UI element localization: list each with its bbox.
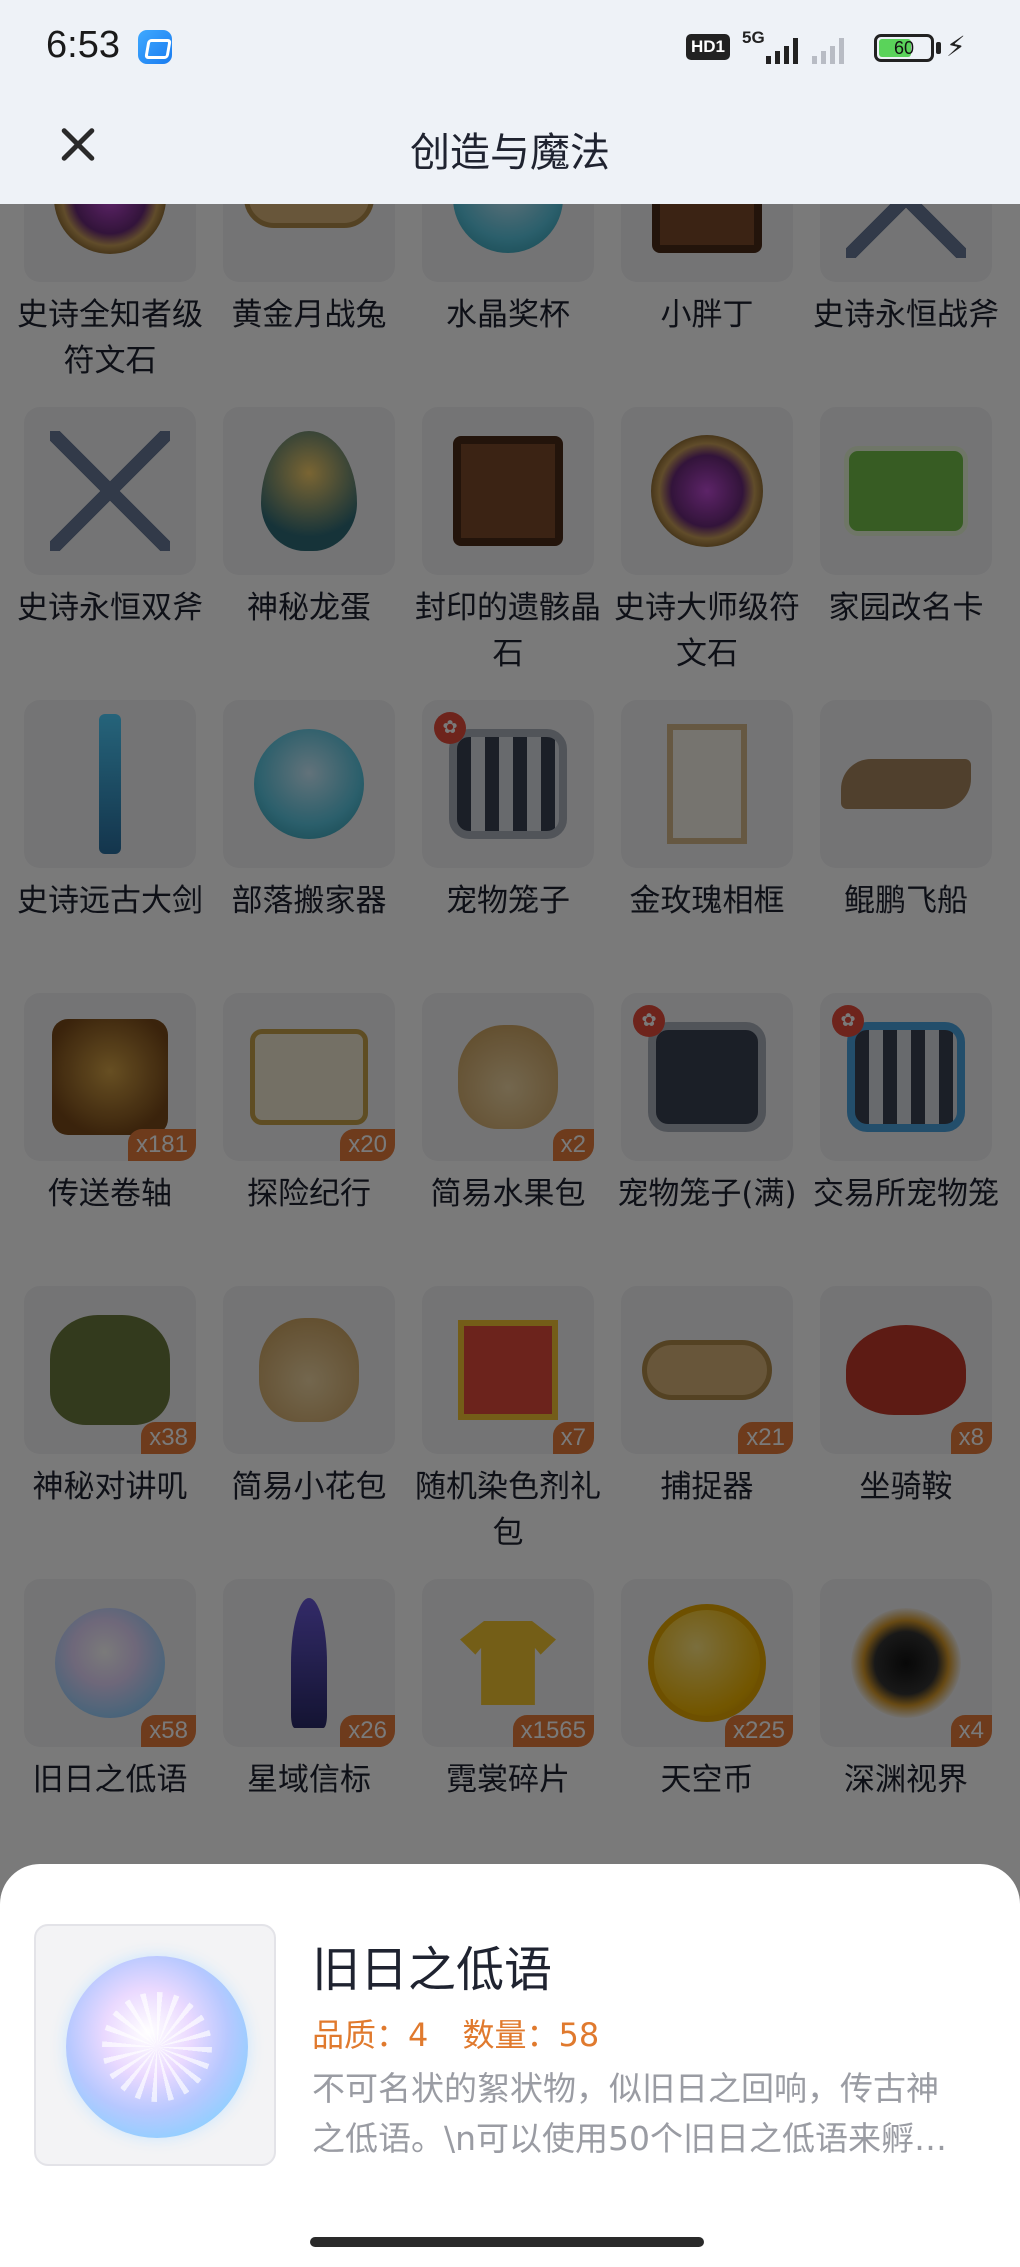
item-detail-sheet: 旧日之低语 品质：4 数量：58 不可名状的絮状物，似旧日之回响，传古神 之低语… — [0, 1864, 1020, 2267]
detail-quantity: 数量：58 — [462, 2016, 600, 2054]
detail-description-line: 之低语。\n可以使用50个旧日之低语来孵… — [312, 2119, 948, 2158]
signal-strength-icon — [766, 38, 798, 64]
network-type-label: 5G — [742, 28, 765, 47]
home-indicator[interactable] — [310, 2237, 704, 2247]
page-title: 创造与魔法 — [410, 130, 610, 176]
secondary-signal-icon — [812, 38, 844, 64]
charging-icon: ⚡ — [946, 30, 966, 63]
hd-badge: HD1 — [686, 34, 730, 60]
status-bar: 6:53 HD1 5G 60 ⚡ — [0, 0, 1020, 96]
app-notification-icon — [138, 30, 172, 64]
detail-description-line: 不可名状的絮状物，似旧日之回响，传古神 — [312, 2069, 939, 2108]
app-header: 创造与魔法 — [0, 96, 1020, 204]
battery-icon: 60 — [874, 34, 934, 62]
detail-quality: 品质：4 — [312, 2016, 429, 2054]
status-time: 6:53 — [46, 24, 120, 66]
battery-level: 60 — [893, 38, 915, 58]
orb-icon — [66, 1956, 248, 2138]
detail-item-name: 旧日之低语 — [312, 1942, 553, 1998]
detail-item-image — [34, 1924, 276, 2166]
detail-description: 不可名状的絮状物，似旧日之回响，传古神 之低语。\n可以使用50个旧日之低语来孵… — [312, 2064, 992, 2164]
detail-item-meta: 品质：4 数量：58 — [312, 2010, 623, 2056]
